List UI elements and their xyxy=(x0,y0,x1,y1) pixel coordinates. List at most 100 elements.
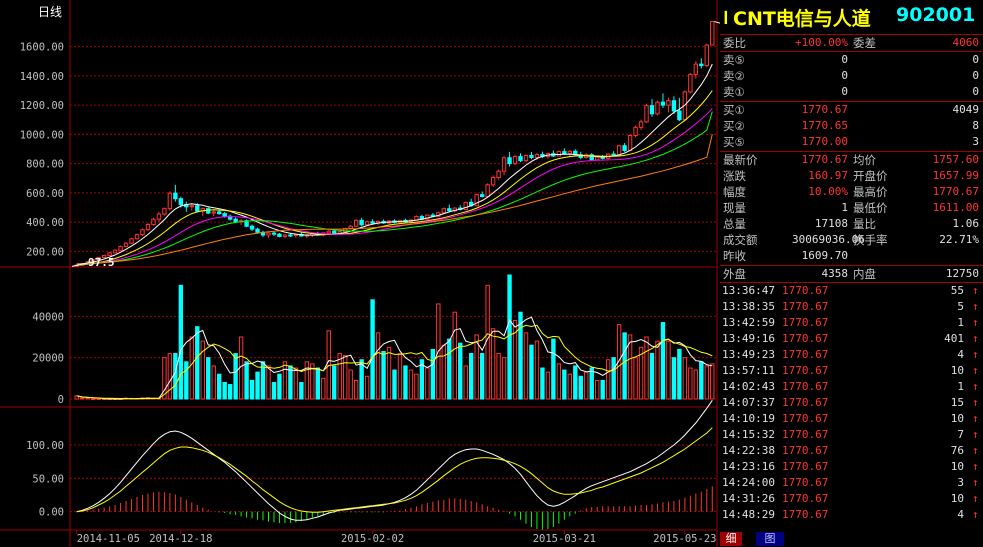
bid-row: 买⑤ 1770.00 3 xyxy=(720,134,983,150)
ask-label: 卖① xyxy=(723,85,745,99)
tick-time: 13:57:11 xyxy=(722,364,775,377)
volume-bar xyxy=(490,328,496,400)
volume-bar xyxy=(529,344,534,400)
bid-label: 买⑤ xyxy=(723,135,745,149)
volume-bar xyxy=(96,398,101,400)
volume-bar xyxy=(463,365,468,400)
tick-price: 1770.67 xyxy=(782,380,829,393)
low-price-label: 97.5 xyxy=(88,256,115,269)
up-arrow-icon: ↑ xyxy=(972,492,979,505)
tick-time: 13:36:47 xyxy=(722,284,775,297)
candle xyxy=(206,208,211,214)
volume-bar xyxy=(447,338,452,400)
stat-value: 1 xyxy=(841,201,848,214)
tick-price: 1770.67 xyxy=(782,332,829,345)
stat-label: 现量 xyxy=(723,201,746,215)
tick-time: 13:49:23 xyxy=(722,348,775,361)
candle xyxy=(562,151,567,155)
stat-row: 成交额 30069036.06 换手率 22.71% xyxy=(720,232,983,248)
tick-row: 13:49:23 1770.67 4 ↑ xyxy=(720,347,983,363)
x-tick-label: 2014-12-18 xyxy=(149,533,212,545)
volume-bar xyxy=(189,336,194,400)
quote-panel: ❙ CNT电信与人道 902001 委比 +100.00% 委差 4060 昨收… xyxy=(720,0,983,547)
tick-volume: 10 xyxy=(950,460,964,473)
scroll-indicator-icon[interactable]: ❙ xyxy=(721,7,731,26)
volume-bar xyxy=(605,359,611,400)
tick-volume: 4 xyxy=(957,348,964,361)
volume-bar xyxy=(573,365,578,400)
candle xyxy=(479,194,485,198)
ask-volume: 0 xyxy=(972,69,979,82)
stat-row: 总量 17108 量比 1.06 xyxy=(720,216,983,232)
volume-bar xyxy=(496,353,501,400)
volume-bar xyxy=(600,379,605,400)
volume-bar xyxy=(430,348,436,400)
volume-bar xyxy=(167,353,173,400)
y-tick-label: 200.00 xyxy=(26,246,64,258)
volume-bar xyxy=(249,379,255,400)
tick-time: 14:15:32 xyxy=(722,428,775,441)
candle xyxy=(693,63,699,75)
candle xyxy=(660,101,666,106)
volume-bar xyxy=(551,338,556,400)
volume-bar xyxy=(567,373,573,400)
tick-time: 14:24:00 xyxy=(722,476,775,489)
candle xyxy=(353,219,359,227)
tick-row: 14:02:43 1770.67 1 ↑ xyxy=(720,379,983,395)
tick-row: 13:36:47 1770.67 55 ↑ xyxy=(720,283,983,299)
bid-label: 买② xyxy=(723,119,745,133)
stat-row: 最新价 1770.67 均价 1757.60 xyxy=(720,152,983,168)
volume-bar xyxy=(173,353,178,400)
volume-bar xyxy=(534,340,540,400)
volume-bar xyxy=(403,365,408,400)
volume-bar xyxy=(85,397,90,400)
volume-bar xyxy=(353,379,359,400)
candle xyxy=(112,249,118,254)
tick-volume: 55 xyxy=(950,284,964,297)
candle xyxy=(501,157,507,172)
wai-pan-value: 4358 xyxy=(821,267,849,280)
kline-chart-area[interactable]: 日线 1600.00 1400.00 1200.00 1000.00 800.00 600.… xyxy=(0,0,720,547)
volume-bar xyxy=(693,369,699,400)
volume-bar xyxy=(644,336,649,400)
tab-chart[interactable]: 图 xyxy=(756,532,784,546)
volume-bar xyxy=(266,365,271,400)
stat-label: 成交额 xyxy=(723,233,758,247)
tick-volume: 3 xyxy=(957,476,964,489)
candle xyxy=(534,154,540,158)
volume-bar xyxy=(578,375,583,400)
up-arrow-icon: ↑ xyxy=(972,316,979,329)
volume-bar xyxy=(184,361,189,400)
volume-bar xyxy=(425,367,430,400)
stat-row: 幅度 10.00% 最高价 1770.67 xyxy=(720,184,983,200)
x-tick-label: 2015-02-02 xyxy=(341,533,404,545)
candle xyxy=(118,246,123,251)
ask-volume: 0 xyxy=(972,85,979,98)
tick-row: 14:23:16 1770.67 10 ↑ xyxy=(720,459,983,475)
candle xyxy=(644,105,649,123)
stat-label: 均价 xyxy=(853,153,876,167)
tick-row: 14:22:38 1770.67 76 ↑ xyxy=(720,443,983,459)
up-arrow-icon: ↑ xyxy=(972,380,979,393)
volume-bar xyxy=(293,367,299,400)
candle xyxy=(216,211,222,215)
bid-label: 买① xyxy=(723,103,745,117)
bid-volume: 3 xyxy=(972,135,979,148)
candle xyxy=(485,184,490,198)
candle xyxy=(189,205,194,208)
stat-row: 涨跌 160.97 开盘价 1657.99 xyxy=(720,168,983,184)
volume-bar xyxy=(195,326,200,400)
candle xyxy=(567,150,573,155)
tick-row: 13:57:11 1770.67 10 ↑ xyxy=(720,363,983,379)
volume-bar xyxy=(710,363,715,400)
candle xyxy=(173,192,178,200)
tick-time: 14:22:38 xyxy=(722,444,775,457)
tick-volume: 4 xyxy=(957,508,964,521)
tick-volume: 401 xyxy=(944,332,964,345)
tab-detail[interactable]: 细 xyxy=(720,532,742,546)
volume-bar xyxy=(211,365,216,400)
stat-value: 1770.67 xyxy=(801,153,848,166)
tick-volume: 10 xyxy=(950,492,964,505)
up-arrow-icon: ↑ xyxy=(972,348,979,361)
bid-volume: 8 xyxy=(972,119,979,132)
